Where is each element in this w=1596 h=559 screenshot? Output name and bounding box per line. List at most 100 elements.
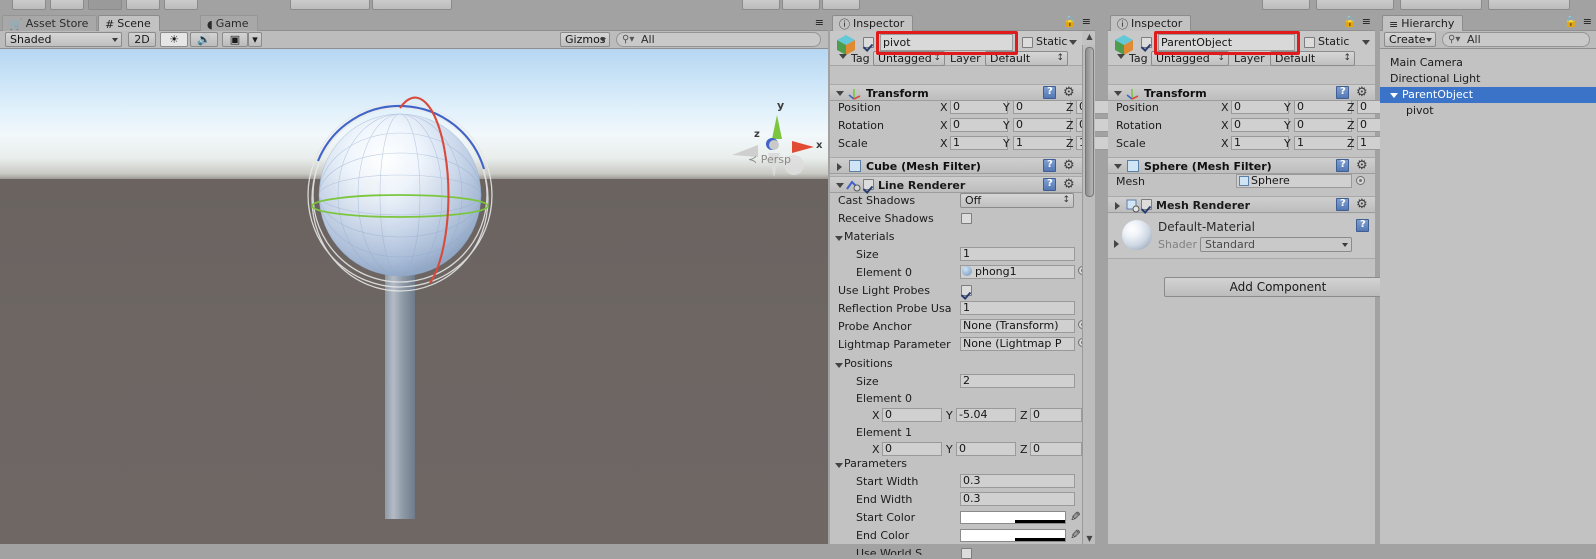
cloud-button[interactable] <box>1316 0 1394 10</box>
receive-shadows-checkbox[interactable] <box>961 213 972 224</box>
transform-y-input[interactable]: 0 <box>1013 118 1071 132</box>
static-checkbox[interactable] <box>1022 37 1033 48</box>
inspector-a-scroll-thumb[interactable] <box>1085 47 1094 197</box>
rect-tool-button[interactable] <box>164 0 198 10</box>
collab-button[interactable] <box>1262 0 1310 10</box>
end-color-eyedropper-icon[interactable] <box>1070 530 1082 543</box>
gear-icon[interactable] <box>1063 177 1076 193</box>
mesh-filter-component-header[interactable]: Cube (Mesh Filter) <box>830 157 1082 174</box>
tag-dropdown[interactable]: Untagged <box>873 51 945 66</box>
play-button[interactable] <box>742 0 780 10</box>
rotate-tool-button[interactable] <box>88 0 122 10</box>
cast-shadows-dropdown[interactable]: Off <box>960 193 1074 208</box>
account-button[interactable] <box>1400 0 1482 10</box>
help-icon[interactable] <box>1336 198 1349 211</box>
inspector-b-menu-icon[interactable]: ≡ <box>1362 15 1371 28</box>
layers-button[interactable] <box>1488 0 1570 10</box>
tab-scene[interactable]: # Scene <box>98 15 160 31</box>
draw-mode-dropdown[interactable]: Shaded <box>5 32 122 47</box>
gizmos-dropdown[interactable]: Gizmos <box>560 32 610 47</box>
scene-axis-gizmo[interactable]: y z x <box>724 95 828 195</box>
pivot-mode-button[interactable] <box>290 0 370 10</box>
tag-dropdown[interactable]: Untagged <box>1151 51 1229 66</box>
effects-dropdown-icon[interactable]: ▾ <box>248 32 262 47</box>
help-icon[interactable] <box>1336 86 1349 99</box>
transform-foldout-arrow[interactable] <box>836 91 844 96</box>
sun-icon[interactable]: ☀ <box>160 32 188 47</box>
object-enabled-checkbox[interactable] <box>863 37 874 48</box>
use-world-space-checkbox[interactable] <box>961 548 972 559</box>
tab-inspector-a[interactable]: ⓘ Inspector <box>832 15 914 31</box>
lock-icon[interactable]: 🔒 <box>1343 15 1357 28</box>
move-tool-button[interactable] <box>50 0 84 10</box>
pivot-rotation-button[interactable] <box>372 0 452 10</box>
start-color-swatch[interactable] <box>960 511 1066 524</box>
line-renderer-component-header[interactable]: Line Renderer <box>830 176 1082 193</box>
position-x-input[interactable]: 0 <box>882 442 942 456</box>
materials-element0-objectfield[interactable]: phong1 <box>960 265 1075 279</box>
transform-x-input[interactable]: 0 <box>1231 100 1289 114</box>
probe-anchor-objectfield[interactable]: None (Transform) <box>960 319 1075 333</box>
tab-asset-store[interactable]: 🛒 Asset Store <box>2 15 98 31</box>
transform-x-input[interactable]: 1 <box>950 136 1008 150</box>
hierarchy-item[interactable]: Directional Light <box>1380 71 1596 87</box>
tab-hierarchy[interactable]: ≡ Hierarchy <box>1382 15 1464 31</box>
start-width-input[interactable]: 0.3 <box>960 474 1075 488</box>
help-icon[interactable] <box>1043 178 1056 191</box>
add-component-button[interactable]: Add Component <box>1164 277 1392 297</box>
position-z-input[interactable]: 0 <box>1030 442 1082 456</box>
mesh-filter-component-header[interactable]: Sphere (Mesh Filter) <box>1108 157 1375 174</box>
end-width-input[interactable]: 0.3 <box>960 492 1075 506</box>
transform-y-input[interactable]: 0 <box>1294 118 1352 132</box>
gear-icon[interactable] <box>1356 158 1369 174</box>
gear-icon[interactable] <box>1356 197 1369 213</box>
transform-component-header[interactable]: Transform <box>830 84 1082 101</box>
object-enabled-checkbox[interactable] <box>1141 37 1152 48</box>
tab-game[interactable]: ◖ Game <box>200 15 258 31</box>
scroll-up-arrow[interactable]: ▲ <box>1085 32 1094 42</box>
static-checkbox[interactable] <box>1304 37 1315 48</box>
hierarchy-item[interactable]: ParentObject <box>1380 87 1596 103</box>
line-renderer-enabled-checkbox[interactable] <box>863 179 874 190</box>
transform-x-input[interactable]: 0 <box>1231 118 1289 132</box>
parameters-foldout-arrow[interactable] <box>835 463 843 468</box>
object-name-input[interactable]: ParentObject <box>1158 34 1295 51</box>
transform-y-input[interactable]: 0 <box>1294 100 1352 114</box>
line-renderer-foldout-arrow[interactable] <box>836 183 844 188</box>
transform-y-input[interactable]: 1 <box>1013 136 1071 150</box>
mesh-filter-foldout-arrow[interactable] <box>837 163 842 171</box>
mesh-filter-foldout-arrow[interactable] <box>1114 164 1122 169</box>
layer-dropdown[interactable]: Default <box>985 51 1068 66</box>
tab-inspector-b[interactable]: ⓘ Inspector <box>1110 15 1192 31</box>
start-color-eyedropper-icon[interactable] <box>1070 512 1082 525</box>
scale-tool-button[interactable] <box>126 0 160 10</box>
speaker-icon[interactable]: 🔊 <box>190 32 218 47</box>
scene-viewport[interactable]: y z x ≺ Persp <box>0 49 828 544</box>
help-icon[interactable] <box>1043 86 1056 99</box>
scroll-down-arrow[interactable]: ▼ <box>1085 534 1094 544</box>
positions-foldout-arrow[interactable] <box>835 363 843 368</box>
position-x-input[interactable]: 0 <box>882 408 942 422</box>
help-icon[interactable] <box>1043 159 1056 172</box>
static-dropdown-icon[interactable] <box>1362 40 1370 45</box>
mesh-objectfield[interactable]: Sphere <box>1236 174 1352 188</box>
inspector-a-menu-icon[interactable]: ≡ <box>1082 15 1091 28</box>
transform-y-input[interactable]: 1 <box>1294 136 1352 150</box>
prefab-dropdown-icon[interactable] <box>1117 54 1125 59</box>
materials-foldout-arrow[interactable] <box>835 236 843 241</box>
create-dropdown[interactable]: Create <box>1384 32 1436 47</box>
hierarchy-expand-arrow[interactable] <box>1390 92 1398 98</box>
pause-button[interactable] <box>782 0 820 10</box>
position-z-input[interactable]: 0 <box>1030 408 1082 422</box>
help-icon[interactable] <box>1336 159 1349 172</box>
hierarchy-search-input[interactable]: ⚲▾ All <box>1442 32 1590 47</box>
scene-search-input[interactable]: ⚲▾ All <box>616 32 821 47</box>
transform-y-input[interactable]: 0 <box>1013 100 1071 114</box>
transform-foldout-arrow[interactable] <box>1114 91 1122 96</box>
transform-x-input[interactable]: 0 <box>950 100 1008 114</box>
materials-size-input[interactable]: 1 <box>960 247 1075 261</box>
hierarchy-item[interactable]: Main Camera <box>1380 55 1596 71</box>
lock-icon[interactable]: 🔒 <box>1063 15 1077 28</box>
toggle-2d-button[interactable]: 2D <box>128 32 156 47</box>
mesh-renderer-foldout-arrow[interactable] <box>1115 202 1120 210</box>
